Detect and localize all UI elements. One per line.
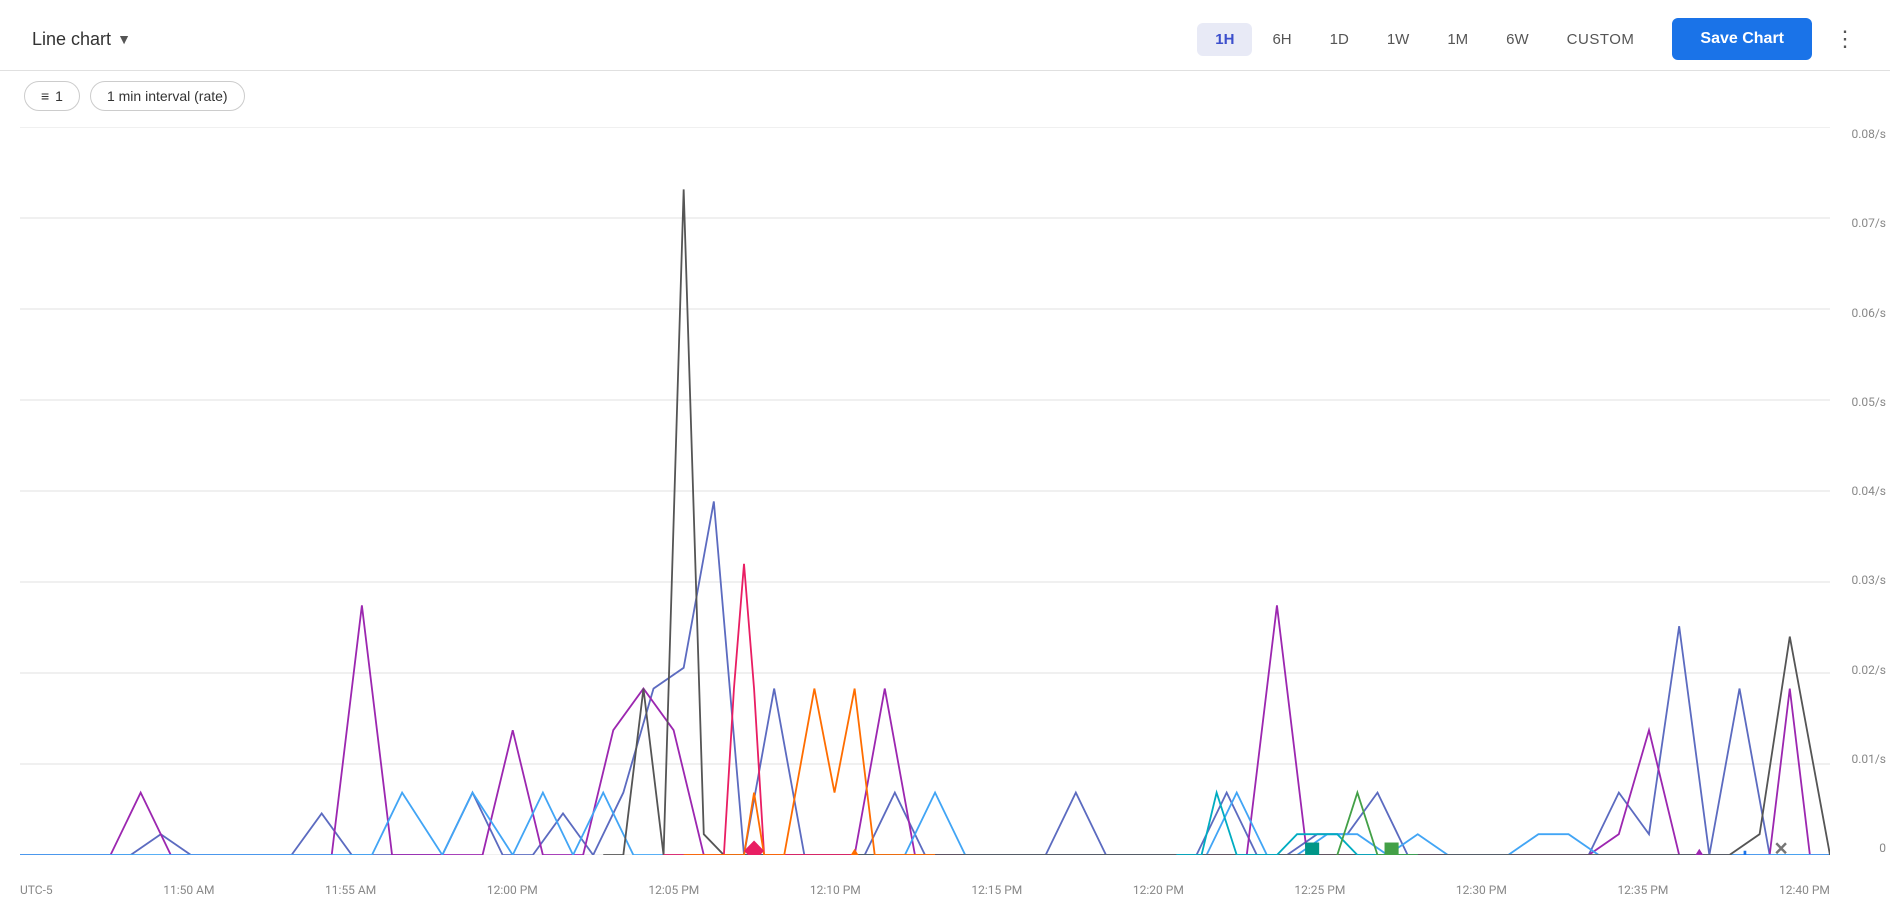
x-label-1235: 12:35 PM bbox=[1617, 883, 1668, 897]
line-blue bbox=[20, 501, 1830, 855]
time-range-1m[interactable]: 1M bbox=[1429, 23, 1486, 56]
x-label-1150: 11:50 AM bbox=[163, 883, 214, 897]
x-label-1230: 12:30 PM bbox=[1456, 883, 1507, 897]
chart-type-button[interactable]: Line chart ▼ bbox=[24, 23, 139, 56]
line-purple bbox=[20, 605, 1830, 855]
y-label-5: 0.03/s bbox=[1834, 573, 1886, 587]
y-label-0: 0.08/s bbox=[1834, 127, 1886, 141]
marker-square-teal bbox=[1305, 843, 1319, 855]
time-range-1h[interactable]: 1H bbox=[1197, 23, 1252, 56]
more-options-button[interactable]: ⋮ bbox=[1824, 20, 1866, 58]
y-label-8: 0 bbox=[1834, 841, 1886, 855]
chart-area: + ✕ 0.08/s 0.07/s 0.06/s 0.05/s 0.04/s 0… bbox=[0, 117, 1890, 905]
chart-type-label: Line chart bbox=[32, 29, 111, 50]
x-label-1215: 12:15 PM bbox=[971, 883, 1022, 897]
chart-svg: + ✕ bbox=[20, 127, 1830, 855]
y-axis-labels: 0.08/s 0.07/s 0.06/s 0.05/s 0.04/s 0.03/… bbox=[1834, 127, 1886, 855]
x-label-1210: 12:10 PM bbox=[810, 883, 861, 897]
marker-plus-blue: + bbox=[1740, 844, 1751, 855]
line-lightblue bbox=[20, 793, 1830, 855]
x-label-utc5: UTC-5 bbox=[20, 883, 53, 897]
time-range-6h[interactable]: 6H bbox=[1254, 23, 1309, 56]
time-range-1d[interactable]: 1D bbox=[1312, 23, 1367, 56]
x-label-1220: 12:20 PM bbox=[1133, 883, 1184, 897]
filter-button[interactable]: ≡ 1 bbox=[24, 81, 80, 111]
y-label-4: 0.04/s bbox=[1834, 484, 1886, 498]
y-label-7: 0.01/s bbox=[1834, 752, 1886, 766]
dropdown-arrow-icon: ▼ bbox=[117, 31, 131, 47]
y-label-6: 0.02/s bbox=[1834, 663, 1886, 677]
time-range-6w[interactable]: 6W bbox=[1488, 23, 1547, 56]
save-chart-button[interactable]: Save Chart bbox=[1672, 18, 1812, 60]
marker-x-gray: ✕ bbox=[1774, 839, 1789, 855]
line-darkgray bbox=[603, 189, 1830, 855]
x-label-1225: 12:25 PM bbox=[1294, 883, 1345, 897]
x-label-1240: 12:40 PM bbox=[1779, 883, 1830, 897]
marker-square-green bbox=[1385, 843, 1399, 855]
x-label-1205: 12:05 PM bbox=[648, 883, 699, 897]
y-label-1: 0.07/s bbox=[1834, 216, 1886, 230]
line-pink bbox=[664, 564, 855, 855]
filter-icon: ≡ bbox=[41, 88, 49, 104]
y-label-2: 0.06/s bbox=[1834, 306, 1886, 320]
time-range-1w[interactable]: 1W bbox=[1369, 23, 1428, 56]
x-label-1200: 12:00 PM bbox=[487, 883, 538, 897]
filter-label: 1 bbox=[55, 88, 63, 104]
header: Line chart ▼ 1H 6H 1D 1W 1M 6W CUSTOM Sa… bbox=[0, 0, 1890, 71]
time-range-group: 1H 6H 1D 1W 1M 6W CUSTOM bbox=[1197, 23, 1652, 56]
x-axis-labels: UTC-5 11:50 AM 11:55 AM 12:00 PM 12:05 P… bbox=[20, 883, 1830, 897]
toolbar: ≡ 1 1 min interval (rate) bbox=[0, 71, 1890, 117]
time-range-custom[interactable]: CUSTOM bbox=[1549, 23, 1653, 56]
line-orange bbox=[684, 689, 935, 855]
x-label-1155: 11:55 AM bbox=[325, 883, 376, 897]
interval-button[interactable]: 1 min interval (rate) bbox=[90, 81, 245, 111]
y-label-3: 0.05/s bbox=[1834, 395, 1886, 409]
